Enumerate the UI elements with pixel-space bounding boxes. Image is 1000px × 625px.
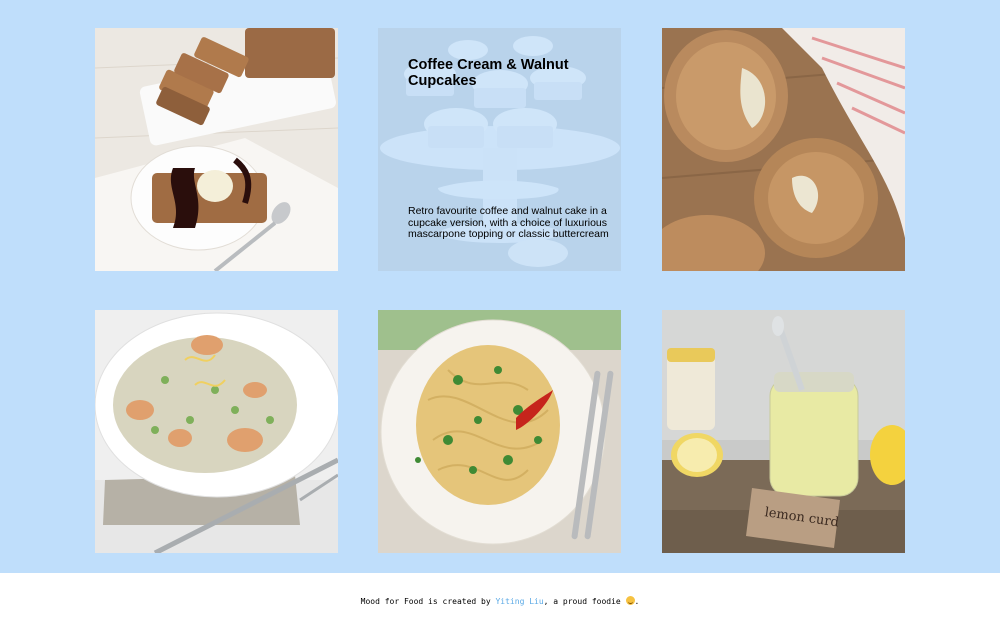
spaghetti-photo [378,310,621,553]
recipe-description: Retro favourite coffee and walnut cake i… [408,205,609,240]
recipe-card-stuffed-rolls[interactable] [662,28,905,271]
footer-period: . [634,597,640,606]
author-link[interactable]: Yiting Liu [495,597,543,606]
lemon-curd-photo: lemon curd [662,310,905,553]
recipe-card-lemon-curd[interactable]: lemon curd [662,310,905,553]
recipe-card-spaghetti[interactable] [378,310,621,553]
smiley-emoji-icon [625,596,635,605]
footer-credit-prefix: Mood for Food is created by [360,597,496,606]
footer-credit-suffix: , a proud foodie [543,597,621,606]
site-footer: Mood for Food is created by Yiting Liu, … [0,573,1000,625]
recipe-gallery: Coffee Cream & Walnut Cupcakes Retro fav… [0,0,1000,573]
recipe-title: Coffee Cream & Walnut Cupcakes [408,57,569,89]
recipe-card-banana-bread[interactable] [95,28,338,271]
recipe-card-coffee-walnut-cupcakes[interactable]: Coffee Cream & Walnut Cupcakes Retro fav… [378,28,621,271]
recipe-card-prawn-risotto[interactable] [95,310,338,553]
prawn-risotto-photo [95,310,338,553]
stuffed-rolls-photo [662,28,905,271]
banana-bread-photo [95,28,338,271]
